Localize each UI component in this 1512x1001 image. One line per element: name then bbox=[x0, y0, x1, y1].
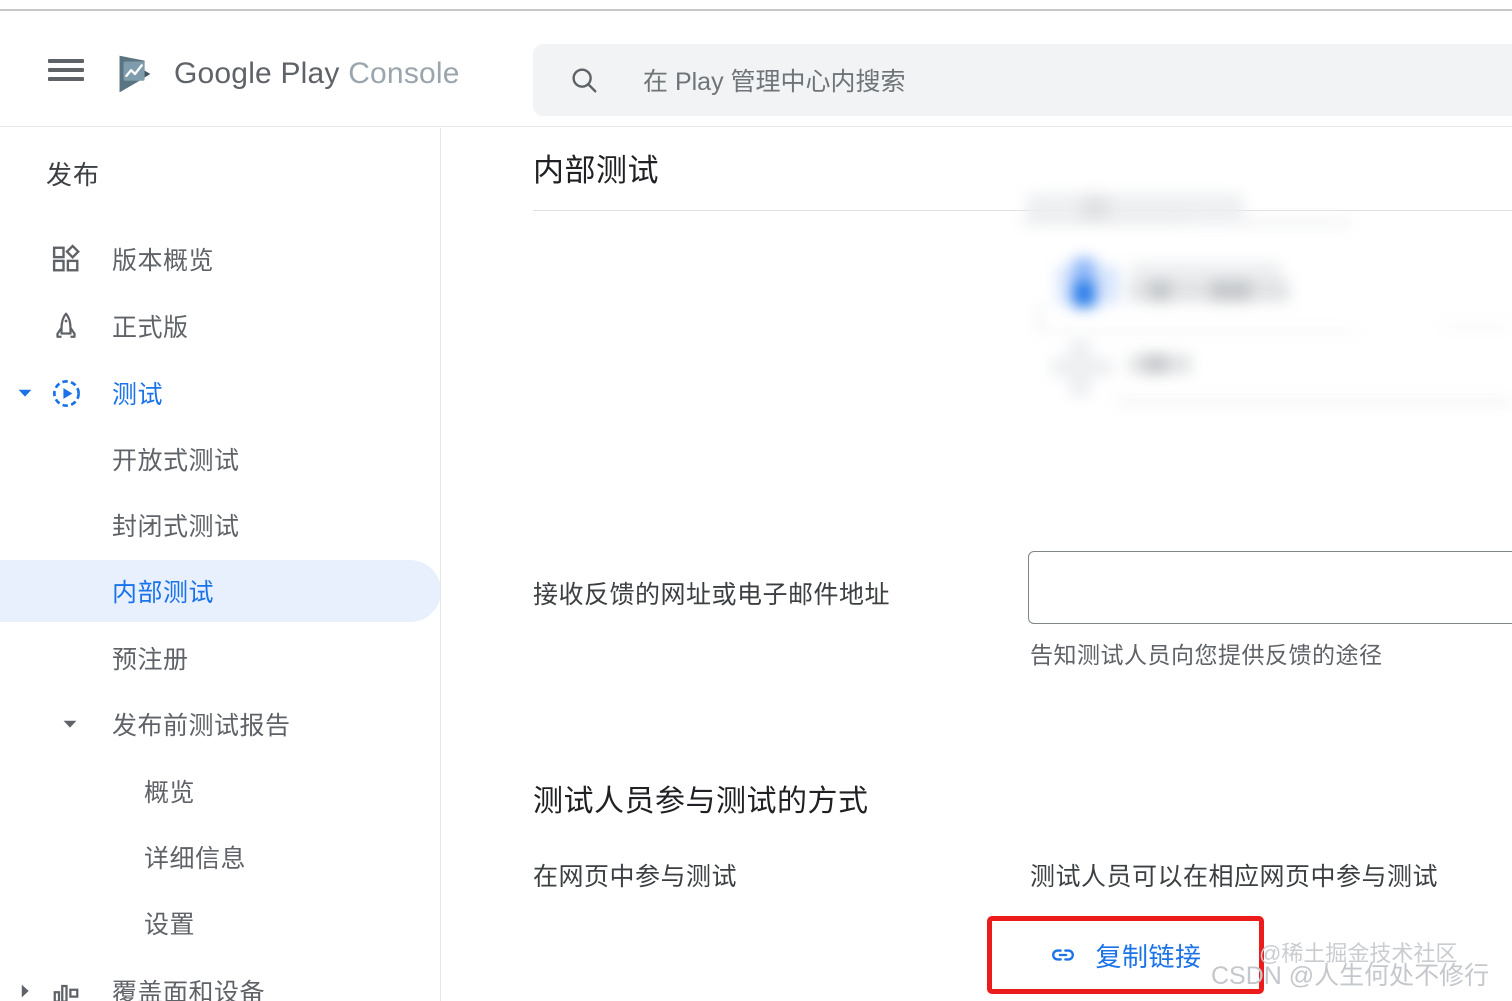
global-search-bar[interactable]: 在 Play 管理中心内搜索 bbox=[533, 44, 1512, 116]
feedback-url-input[interactable] bbox=[1028, 551, 1512, 624]
app-root: Google Play Console 在 Play 管理中心内搜索 发布 版本… bbox=[0, 0, 1512, 1001]
join-via-web-value: 测试人员可以在相应网页中参与测试 bbox=[1030, 863, 1439, 891]
how-to-join-heading: 测试人员参与测试的方式 bbox=[533, 785, 869, 818]
sidebar-section-title: 发布 bbox=[46, 160, 101, 190]
brand-block[interactable]: Google Play Console bbox=[112, 51, 460, 97]
page-title: 内部测试 bbox=[533, 153, 659, 188]
copy-link-button[interactable]: 复制链接 bbox=[997, 926, 1254, 984]
brand-primary: Google Play bbox=[174, 57, 340, 90]
link-chain-icon bbox=[1052, 949, 1075, 961]
sidebar-item-label: 内部测试 bbox=[112, 579, 215, 607]
sidebar-item-pre-registration[interactable]: 预注册 bbox=[0, 627, 440, 689]
sidebar-nav: 发布 版本概览 正式版 测试 开放式测试 封闭式测试 内部测试 预注册 发布前测… bbox=[0, 128, 441, 1001]
sidebar-item-label: 概览 bbox=[144, 779, 196, 807]
sidebar-item-label: 发布前测试报告 bbox=[112, 712, 291, 740]
rocket-icon bbox=[46, 306, 86, 346]
redacted-testers-panel bbox=[1021, 192, 1512, 410]
hamburger-menu-icon[interactable] bbox=[48, 57, 84, 83]
sidebar-item-label: 详细信息 bbox=[144, 845, 247, 873]
sidebar-item-plr-overview[interactable]: 概览 bbox=[0, 760, 440, 822]
feedback-field-hint: 告知测试人员向您提供反馈的途径 bbox=[1030, 642, 1383, 668]
sidebar-item-label: 预注册 bbox=[112, 646, 189, 674]
sidebar-item-production[interactable]: 正式版 bbox=[0, 295, 440, 357]
sidebar-item-label: 版本概览 bbox=[112, 247, 215, 275]
sidebar-item-open-testing[interactable]: 开放式测试 bbox=[0, 428, 440, 490]
watermark-line-1: @稀土掘金技术社区 bbox=[1259, 941, 1458, 966]
sidebar-item-label: 设置 bbox=[144, 911, 196, 939]
brand-secondary: Console bbox=[348, 57, 460, 90]
sidebar-item-label: 测试 bbox=[112, 381, 164, 409]
caret-down-icon[interactable] bbox=[10, 378, 40, 408]
sidebar-item-plr-settings[interactable]: 设置 bbox=[0, 892, 440, 954]
caret-down-icon[interactable] bbox=[55, 709, 85, 739]
sidebar-item-reach-and-devices[interactable]: 覆盖面和设备 bbox=[0, 960, 440, 1001]
main-content: 内部测试 创建电子邮件列表 接收反馈的网址或电子邮件地址 bbox=[441, 128, 1512, 1001]
search-icon bbox=[572, 68, 597, 93]
sidebar-item-label: 开放式测试 bbox=[112, 447, 240, 475]
copy-link-button-label: 复制链接 bbox=[1095, 941, 1202, 972]
dashboard-grid-icon bbox=[46, 239, 86, 279]
sidebar-item-release-overview[interactable]: 版本概览 bbox=[0, 228, 440, 290]
sidebar-item-label: 正式版 bbox=[112, 314, 189, 342]
sidebar-item-label: 覆盖面和设备 bbox=[112, 979, 266, 1001]
sidebar-item-plr-details[interactable]: 详细信息 bbox=[0, 826, 440, 888]
google-play-console-logo bbox=[119, 55, 151, 93]
app-header: Google Play Console 在 Play 管理中心内搜索 bbox=[0, 11, 1512, 127]
sidebar-item-pre-launch-report[interactable]: 发布前测试报告 bbox=[0, 693, 440, 755]
feedback-field-label: 接收反馈的网址或电子邮件地址 bbox=[533, 581, 891, 609]
sidebar-item-label: 封闭式测试 bbox=[112, 513, 240, 541]
sidebar-item-closed-testing[interactable]: 封闭式测试 bbox=[0, 494, 440, 556]
bar-chart-icon bbox=[46, 971, 86, 1001]
caret-right-icon[interactable] bbox=[10, 976, 40, 1001]
join-via-web-label: 在网页中参与测试 bbox=[533, 863, 738, 891]
sidebar-item-internal-testing[interactable]: 内部测试 bbox=[0, 560, 440, 622]
testing-play-circle-icon bbox=[46, 373, 86, 413]
sidebar-item-testing[interactable]: 测试 bbox=[0, 362, 440, 424]
brand-title: Google Play Console bbox=[174, 59, 460, 89]
search-input[interactable]: 在 Play 管理中心内搜索 bbox=[643, 62, 906, 98]
